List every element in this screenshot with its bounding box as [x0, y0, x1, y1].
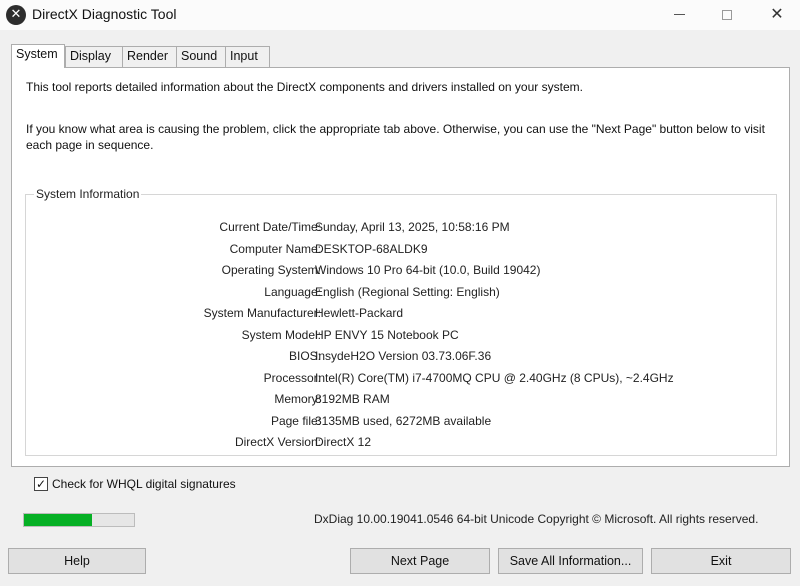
tab-system[interactable]: System — [11, 44, 65, 68]
info-row-os: Operating System: Windows 10 Pro 64-bit … — [26, 263, 766, 281]
info-row-language: Language: English (Regional Setting: Eng… — [26, 285, 766, 303]
tab-sound[interactable]: Sound — [176, 46, 226, 67]
info-value: English (Regional Setting: English) — [315, 284, 500, 299]
directx-icon: ✕ — [6, 5, 26, 25]
dxdiag-window: ✕ DirectX Diagnostic Tool ✕ System Displ… — [0, 0, 800, 586]
progress-bar — [23, 513, 135, 527]
close-icon: ✕ — [770, 4, 784, 23]
info-label: Operating System: — [221, 263, 321, 277]
info-value: Sunday, April 13, 2025, 10:58:16 PM — [315, 220, 510, 234]
whql-checkbox-label[interactable]: Check for WHQL digital signatures — [52, 477, 236, 491]
tab-input[interactable]: Input — [225, 46, 270, 67]
info-value: HP ENVY 15 Notebook PC — [315, 327, 459, 342]
system-information-group: System Information Current Date/Time: Su… — [25, 187, 777, 456]
instructions-text: If you know what area is causing the pro… — [26, 122, 765, 152]
info-value: Hewlett-Packard — [315, 306, 404, 320]
system-tab-panel: This tool reports detailed information a… — [11, 67, 790, 467]
info-label: Language: — [264, 284, 321, 299]
info-label: Computer Name: — [229, 241, 321, 256]
info-row-memory: Memory: 8192MB RAM — [26, 392, 766, 410]
title-bar: ✕ DirectX Diagnostic Tool ✕ — [0, 0, 800, 30]
info-label: System Model: — [241, 327, 321, 342]
next-page-button[interactable]: Next Page — [350, 548, 490, 574]
exit-button[interactable]: Exit — [651, 548, 791, 574]
info-label: Processor: — [263, 370, 321, 385]
info-row-directx-version: DirectX Version: DirectX 12 — [26, 435, 766, 453]
info-value: 8192MB RAM — [315, 392, 390, 406]
info-row-model: System Model: HP ENVY 15 Notebook PC — [26, 328, 766, 346]
help-button[interactable]: Help — [8, 548, 146, 574]
info-value: DirectX 12 — [315, 435, 372, 449]
maximize-icon — [722, 9, 732, 20]
intro-text: This tool reports detailed information a… — [26, 80, 583, 94]
info-row-manufacturer: System Manufacturer: Hewlett-Packard — [26, 306, 766, 324]
close-button[interactable]: ✕ — [754, 0, 800, 30]
info-row-bios: BIOS: InsydeH2O Version 03.73.06F.36 — [26, 349, 766, 367]
group-heading: System Information — [34, 187, 142, 201]
save-all-information-button[interactable]: Save All Information... — [498, 548, 643, 574]
info-value: Windows 10 Pro 64-bit (10.0, Build 19042… — [315, 263, 541, 277]
minimize-button[interactable] — [656, 0, 702, 30]
info-value: InsydeH2O Version 03.73.06F.36 — [315, 349, 492, 363]
info-row-processor: Processor: Intel(R) Core(TM) i7-4700MQ C… — [26, 371, 766, 389]
maximize-button[interactable] — [704, 0, 750, 30]
tab-display[interactable]: Display — [65, 46, 123, 67]
info-label: DirectX Version: — [234, 435, 321, 449]
window-title: DirectX Diagnostic Tool — [32, 6, 177, 22]
info-label: Memory: — [274, 392, 321, 406]
info-label: System Manufacturer: — [203, 306, 321, 320]
info-label: Page file: — [270, 413, 321, 428]
info-row-page-file: Page file: 3135MB used, 6272MB available — [26, 414, 766, 432]
tab-render[interactable]: Render — [122, 46, 177, 67]
minimize-icon — [673, 14, 685, 15]
info-label: Current Date/Time: — [219, 220, 321, 234]
version-copyright-text: DxDiag 10.00.19041.0546 64-bit Unicode C… — [314, 512, 759, 526]
info-value: Intel(R) Core(TM) i7-4700MQ CPU @ 2.40GH… — [315, 370, 674, 385]
info-row-datetime: Current Date/Time: Sunday, April 13, 202… — [26, 220, 766, 238]
info-row-computer-name: Computer Name: DESKTOP-68ALDK9 — [26, 242, 766, 260]
info-value: DESKTOP-68ALDK9 — [315, 241, 428, 256]
whql-checkbox[interactable]: ✓ — [34, 477, 48, 491]
info-value: 3135MB used, 6272MB available — [315, 413, 492, 428]
progress-bar-fill — [24, 514, 93, 526]
